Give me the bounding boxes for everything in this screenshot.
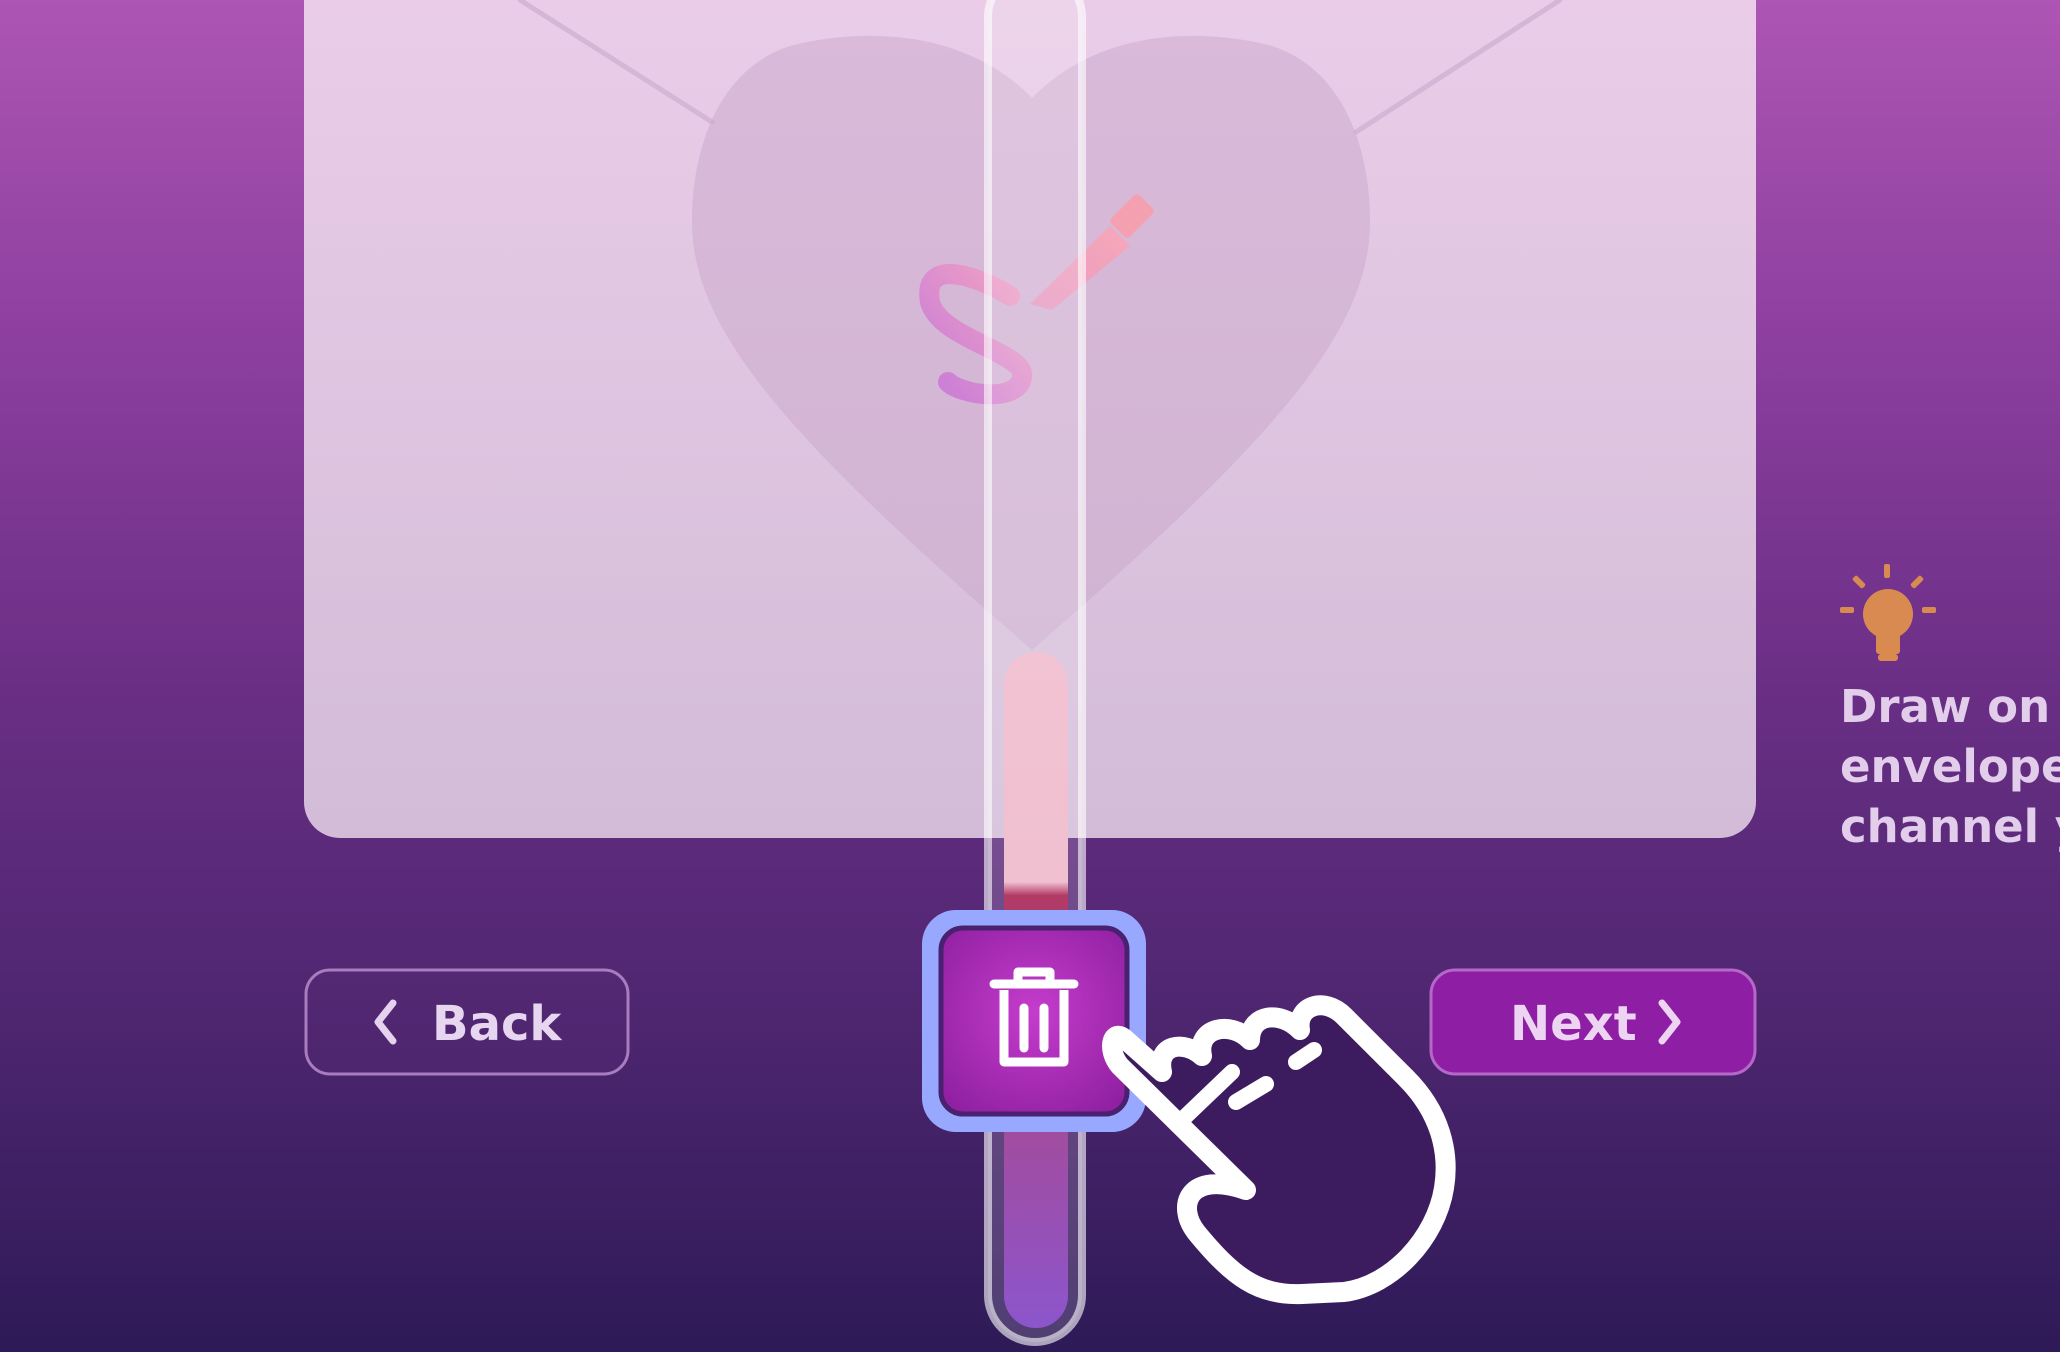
card-editor-scene: Back Next Draw on envelope channel y xyxy=(304,0,2060,1346)
pointing-hand-icon xyxy=(1102,995,1456,1305)
tip-panel: Draw on t envelope channel y xyxy=(1840,564,2060,853)
tip-line-2: envelope xyxy=(1840,740,2060,793)
back-button-label: Back xyxy=(432,996,562,1052)
back-button[interactable]: Back xyxy=(304,968,630,1076)
vertical-slider[interactable] xyxy=(984,0,1086,1346)
lightbulb-icon xyxy=(1840,564,1936,661)
tip-line-1: Draw on t xyxy=(1840,680,2060,733)
next-button[interactable]: Next xyxy=(1429,968,1757,1076)
tip-line-3: channel y xyxy=(1840,800,2060,853)
clear-button[interactable] xyxy=(922,910,1146,1132)
next-button-label: Next xyxy=(1510,996,1637,1052)
